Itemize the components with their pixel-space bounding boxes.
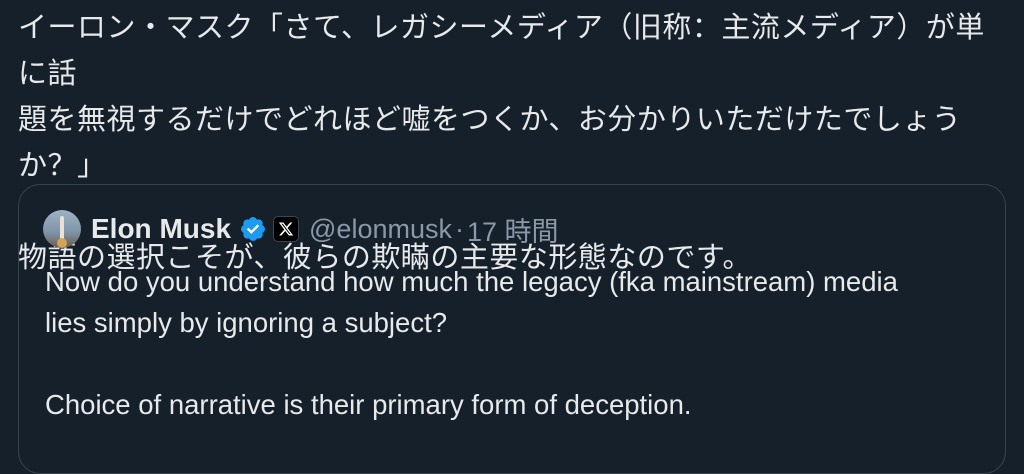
quoted-post-line: Choice of narrative is their primary for… bbox=[45, 389, 692, 420]
quoted-post-body: Now do you understand how much the legac… bbox=[45, 261, 985, 425]
rocket-image bbox=[60, 216, 64, 240]
author-handle[interactable]: @elonmusk bbox=[309, 214, 452, 245]
post-timestamp[interactable]: 17 時間 bbox=[467, 210, 559, 249]
author-name[interactable]: Elon Musk bbox=[91, 213, 231, 245]
quoted-post-header: Elon Musk @elonmusk · 17 時間 bbox=[43, 209, 559, 249]
verified-badge-icon bbox=[241, 217, 265, 241]
x-logo-icon bbox=[273, 216, 300, 242]
post-text-line: イーロン・マスク「さて、レガシーメディア（旧称：主流メディア）が単に話 bbox=[18, 10, 985, 90]
post-text-line: 題を無視するだけでどれほど嘘をつくか、お分かりいただけたでしょうか？」 bbox=[18, 102, 962, 182]
quoted-post-line: lies simply by ignoring a subject? bbox=[45, 307, 447, 338]
separator-dot: · bbox=[454, 213, 464, 244]
avatar[interactable] bbox=[43, 210, 81, 248]
quoted-post-line: Now do you understand how much the legac… bbox=[45, 266, 898, 297]
rocket-plume-image bbox=[57, 238, 67, 248]
